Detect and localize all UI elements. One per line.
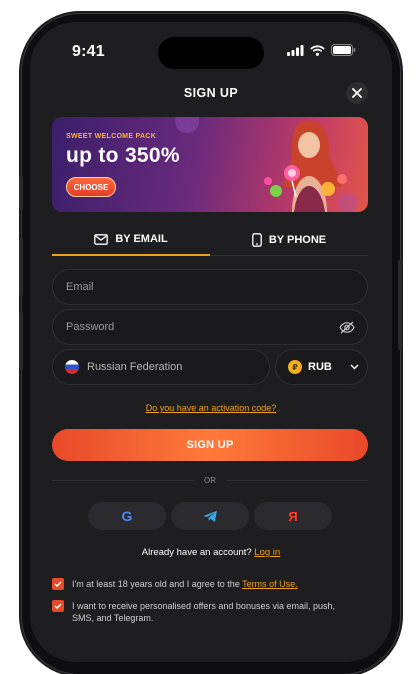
google-login-button[interactable]: G (88, 502, 166, 530)
login-link[interactable]: Log in (254, 547, 280, 558)
hostess-illustration (264, 120, 347, 212)
telegram-login-button[interactable] (171, 502, 249, 530)
signup-method-tabs: BY EMAIL BY PHONE (52, 224, 368, 256)
terms-of-use-link[interactable]: Terms of Use. (242, 579, 298, 589)
phone-volume-up (19, 238, 23, 296)
marketing-consent[interactable]: I want to receive personalised offers an… (52, 600, 352, 624)
wifi-icon (310, 44, 325, 56)
yandex-login-button[interactable]: Я (254, 502, 332, 530)
activation-code-link[interactable]: Do you have an activation code? (30, 403, 392, 413)
phone-mute-switch (19, 176, 23, 210)
yandex-icon: Я (288, 508, 298, 524)
phone-power-button (398, 260, 402, 350)
divider-line-left (52, 480, 194, 481)
age-terms-consent[interactable]: I'm at least 18 years old and I agree to… (52, 578, 352, 590)
currency-value: RUB (308, 361, 332, 373)
cellular-signal-icon (287, 44, 304, 56)
divider-line-right (226, 480, 368, 481)
age-terms-text: I'm at least 18 years old and I agree to… (72, 578, 298, 590)
login-prompt-text: Already have an account? (141, 547, 252, 558)
tab-by-phone[interactable]: BY PHONE (210, 224, 368, 256)
close-icon (352, 88, 362, 98)
checkbox-checked-icon[interactable] (52, 578, 64, 590)
or-label: OR (204, 476, 216, 485)
status-bar: 9:41 (30, 22, 392, 82)
phone-icon (252, 232, 262, 247)
close-button[interactable] (346, 82, 368, 104)
tab-by-email-label: BY EMAIL (115, 233, 168, 245)
status-icons (287, 44, 356, 56)
marketing-consent-label: I want to receive personalised offers an… (72, 601, 335, 623)
dynamic-island (158, 37, 264, 69)
battery-icon (331, 44, 356, 56)
google-icon: G (121, 508, 133, 524)
phone-volume-down (19, 312, 23, 370)
banner-amount: up to 350% (66, 144, 180, 167)
login-prompt: Already have an account? Log in (30, 547, 392, 558)
sign-up-button[interactable]: SIGN UP (52, 429, 368, 461)
welcome-banner[interactable]: SWEET WELCOME PACK up to 350% CHOOSE (52, 117, 368, 212)
status-time: 9:41 (72, 43, 105, 60)
age-terms-label: I'm at least 18 years old and I agree to… (72, 579, 243, 589)
banner-pack-label: SWEET WELCOME PACK (66, 133, 157, 140)
chevron-down-icon (350, 364, 359, 370)
country-select[interactable]: Russian Federation (52, 349, 270, 385)
ruble-coin-icon: ₽ (288, 360, 302, 374)
envelope-icon (94, 233, 109, 245)
password-placeholder: Password (66, 321, 115, 333)
currency-select[interactable]: ₽ RUB (275, 349, 368, 385)
email-placeholder: Email (66, 281, 94, 293)
or-divider: OR (52, 476, 368, 485)
tab-by-email[interactable]: BY EMAIL (52, 224, 210, 256)
app-screen: 9:41 SIGN UP SWEET WELCOME PACK up to 35… (30, 22, 392, 662)
checkbox-checked-icon[interactable] (52, 600, 64, 612)
choose-button[interactable]: CHOOSE (66, 177, 116, 197)
country-value: Russian Federation (87, 361, 183, 373)
hide-password-icon[interactable] (339, 321, 355, 334)
telegram-icon (203, 510, 217, 522)
tab-by-phone-label: BY PHONE (268, 233, 327, 246)
password-field[interactable]: Password (52, 309, 368, 345)
email-field[interactable]: Email (52, 269, 368, 305)
page-title: SIGN UP (183, 86, 239, 100)
russia-flag-icon (65, 360, 79, 374)
